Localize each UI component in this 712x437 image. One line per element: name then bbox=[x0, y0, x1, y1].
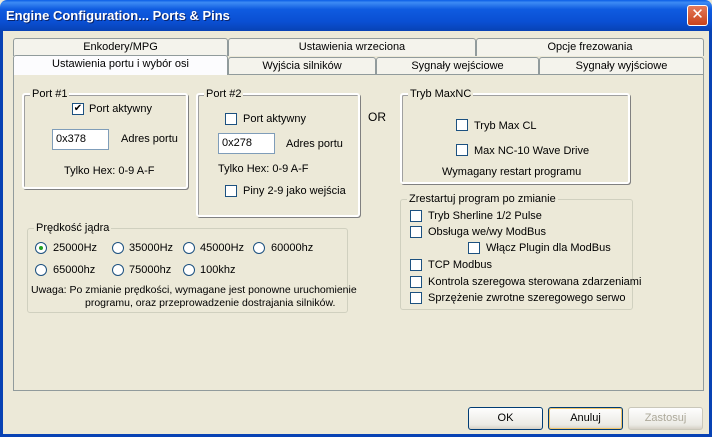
window-title: Engine Configuration... Ports & Pins bbox=[6, 8, 230, 23]
port2-enabled-label: Port aktywny bbox=[243, 113, 306, 125]
port1-hex-hint: Tylko Hex: 0-9 A-F bbox=[64, 165, 155, 177]
close-icon: ✕ bbox=[691, 6, 704, 23]
tcp-modbus-checkbox[interactable] bbox=[410, 259, 422, 271]
title-bar: Engine Configuration... Ports & Pins ✕ bbox=[0, 0, 712, 31]
modbus-checkbox[interactable] bbox=[410, 226, 422, 238]
wave-drive-label: Max NC-10 Wave Drive bbox=[474, 145, 590, 157]
kernel-speed-legend: Prędkość jądra bbox=[34, 222, 112, 234]
tab-input-signals[interactable]: Sygnały wejściowe bbox=[376, 57, 539, 75]
port2-pins-checkbox[interactable] bbox=[225, 185, 237, 197]
tab-label: Wyjścia silników bbox=[262, 60, 342, 72]
radio-75000hz[interactable] bbox=[112, 264, 124, 276]
port1-group: Port #1 ✔ Port aktywny 0x378 Adres portu… bbox=[22, 88, 188, 189]
radio-60000hz-label: 60000hz bbox=[271, 242, 314, 254]
tab-motor-outputs[interactable]: Wyjścia silników bbox=[228, 57, 376, 75]
port1-enabled-checkbox[interactable]: ✔ bbox=[72, 103, 84, 115]
radio-25000hz-label: 25000Hz bbox=[53, 242, 98, 254]
radio-65000hz[interactable] bbox=[35, 264, 47, 276]
radio-100khz-label: 100khz bbox=[200, 264, 236, 276]
tab-enkodery[interactable]: Enkodery/MPG bbox=[13, 38, 228, 56]
serial-events-checkbox[interactable] bbox=[410, 276, 422, 288]
tab-label: Enkodery/MPG bbox=[83, 41, 158, 53]
port1-address-label: Adres portu bbox=[121, 133, 178, 145]
tab-label: Ustawienia portu i wybór osi bbox=[52, 58, 189, 70]
restart-group: Zrestartuj program po zmianie Tryb Sherl… bbox=[400, 193, 641, 310]
restart-note: Wymagany restart programu bbox=[442, 166, 582, 178]
tab-frezowanie[interactable]: Opcje frezowania bbox=[476, 38, 704, 56]
maxnc-group: Tryb MaxNC Tryb Max CL Max NC-10 Wave Dr… bbox=[400, 88, 630, 184]
radio-25000hz[interactable] bbox=[35, 242, 47, 254]
port2-group: Port #2 Port aktywny 0x278 Adres portu T… bbox=[196, 88, 360, 217]
radio-45000hz[interactable] bbox=[183, 242, 195, 254]
sherline-label: Tryb Sherline 1/2 Pulse bbox=[428, 210, 542, 222]
maxnc-legend: Tryb MaxNC bbox=[408, 88, 474, 100]
restart-legend: Zrestartuj program po zmianie bbox=[407, 193, 558, 205]
port1-address-input[interactable]: 0x378 bbox=[52, 129, 109, 150]
check-icon: ✔ bbox=[73, 103, 83, 114]
port2-pins-label: Piny 2-9 jako wejścia bbox=[243, 185, 346, 197]
radio-35000hz-label: 35000Hz bbox=[129, 242, 174, 254]
radio-60000hz[interactable] bbox=[253, 242, 265, 254]
radio-35000hz[interactable] bbox=[112, 242, 124, 254]
kernel-note-line1: Uwaga: Po zmianie prędkości, wymagane je… bbox=[31, 284, 357, 296]
tab-output-signals[interactable]: Sygnały wyjściowe bbox=[539, 57, 704, 75]
tab-label: Sygnały wyjściowe bbox=[575, 60, 668, 72]
kernel-note-line2: programu, oraz przeprowadzenie dostrajan… bbox=[85, 297, 336, 309]
port2-hex-hint: Tylko Hex: 0-9 A-F bbox=[218, 163, 309, 175]
close-button[interactable]: ✕ bbox=[687, 5, 708, 26]
sherline-checkbox[interactable] bbox=[410, 210, 422, 222]
modbus-plugin-label: Włącz Plugin dla ModBus bbox=[486, 242, 611, 254]
port2-address-label: Adres portu bbox=[286, 138, 343, 150]
kernel-speed-group: Prędkość jądra 25000Hz 35000Hz 45000Hz 6… bbox=[27, 222, 357, 313]
tab-panel: Port #1 ✔ Port aktywny 0x378 Adres portu… bbox=[13, 74, 704, 391]
tcp-modbus-label: TCP Modbus bbox=[428, 259, 492, 271]
tab-wrzeciono[interactable]: Ustawienia wrzeciona bbox=[228, 38, 476, 56]
radio-100khz[interactable] bbox=[183, 264, 195, 276]
cancel-button[interactable]: Anuluj bbox=[548, 407, 623, 430]
apply-button[interactable]: Zastosuj bbox=[628, 407, 703, 430]
ok-button[interactable]: OK bbox=[468, 407, 543, 430]
port2-legend: Port #2 bbox=[204, 88, 244, 100]
servo-feedback-checkbox[interactable] bbox=[410, 292, 422, 304]
port1-enabled-label: Port aktywny bbox=[89, 103, 152, 115]
tab-port-setup[interactable]: Ustawienia portu i wybór osi bbox=[13, 55, 228, 75]
port1-legend: Port #1 bbox=[30, 88, 70, 100]
tab-label: Sygnały wejściowe bbox=[411, 60, 504, 72]
wave-drive-checkbox[interactable] bbox=[456, 144, 468, 156]
modbus-label: Obsługa we/wy ModBus bbox=[428, 226, 546, 238]
tab-label: Opcje frezowania bbox=[547, 41, 633, 53]
or-label: OR bbox=[368, 110, 386, 124]
modbus-plugin-checkbox[interactable] bbox=[468, 242, 480, 254]
maxcl-label: Tryb Max CL bbox=[474, 120, 537, 132]
port2-address-input[interactable]: 0x278 bbox=[218, 133, 275, 154]
radio-65000hz-label: 65000hz bbox=[53, 264, 96, 276]
serial-events-label: Kontrola szeregowa sterowana zdarzeniami bbox=[428, 276, 642, 288]
tab-label: Ustawienia wrzeciona bbox=[298, 41, 406, 53]
maxcl-checkbox[interactable] bbox=[456, 119, 468, 131]
radio-45000hz-label: 45000Hz bbox=[200, 242, 245, 254]
radio-75000hz-label: 75000hz bbox=[129, 264, 172, 276]
port2-enabled-checkbox[interactable] bbox=[225, 113, 237, 125]
servo-feedback-label: Sprzężenie zwrotne szeregowego serwo bbox=[428, 292, 626, 304]
